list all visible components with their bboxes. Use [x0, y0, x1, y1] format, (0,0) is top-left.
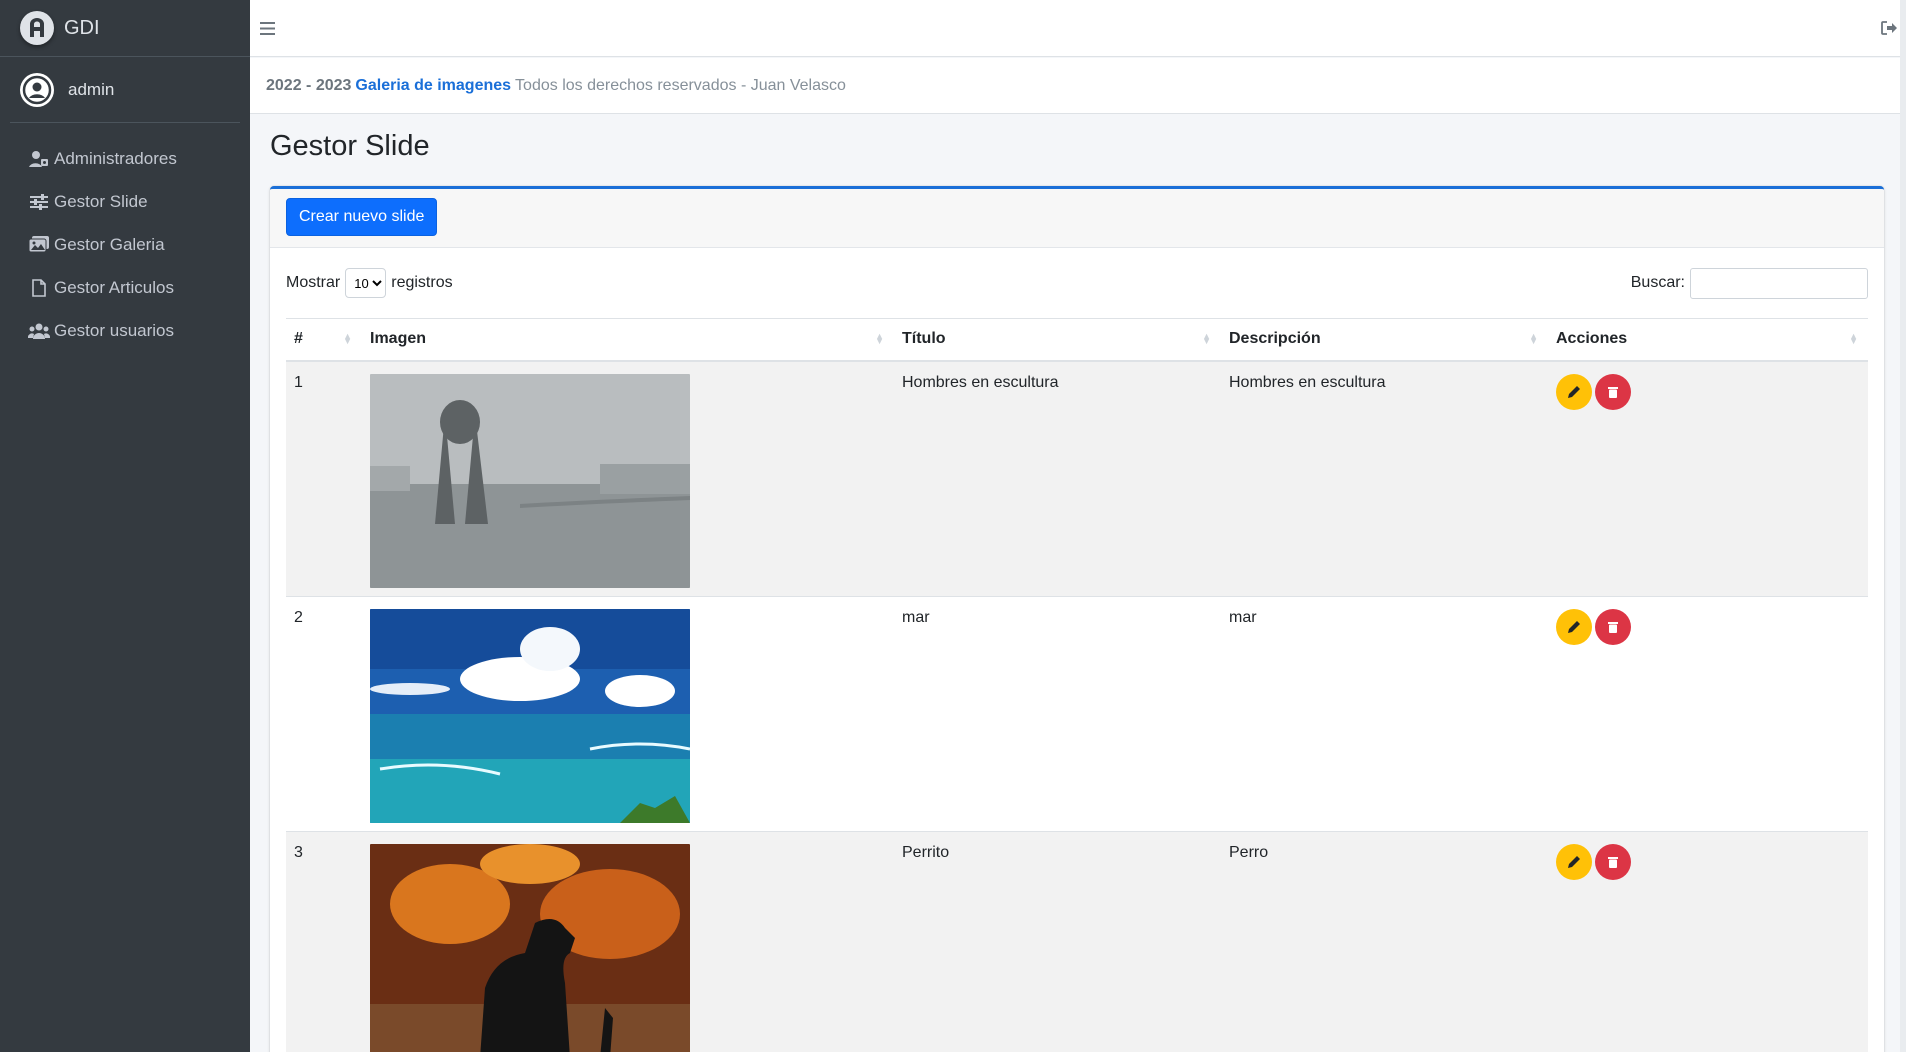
user-avatar-icon [20, 72, 54, 107]
brand-logo-icon [20, 11, 54, 45]
sidebar-item-administradores[interactable]: Administradores [0, 137, 250, 180]
cell-titulo: Hombres en escultura [894, 360, 1221, 597]
search-input[interactable] [1690, 267, 1868, 299]
slides-card: Crear nuevo slide Mostrar 10 registros B… [270, 186, 1884, 1052]
footer-site-link[interactable]: Galeria de imagenes [355, 77, 511, 95]
pencil-icon [1568, 385, 1580, 398]
pencil-icon [1568, 620, 1580, 633]
create-slide-button[interactable]: Crear nuevo slide [286, 198, 438, 236]
top-navbar [250, 0, 1906, 57]
sidebar-item-label: Administradores [54, 148, 177, 168]
sliders-icon [27, 192, 50, 212]
column-header-imagen[interactable]: Imagen ▲ ▼ [362, 318, 894, 362]
datatable-controls: Mostrar 10 registros Buscar: [286, 260, 1868, 306]
cell-image [362, 831, 894, 1052]
sidebar-nav: Administradores Gestor Slide Gestor Gale… [0, 123, 250, 352]
black-dog-photo [370, 843, 690, 1052]
brand-name: GDI [64, 16, 100, 39]
delete-button[interactable] [1595, 843, 1631, 880]
brand-link[interactable]: GDI [0, 0, 250, 57]
sea-clouds-photo [370, 608, 690, 823]
pencil-icon [1568, 855, 1580, 868]
length-control: Mostrar 10 registros [286, 268, 453, 298]
table-row: 2 mar mar [286, 596, 1868, 832]
cell-descripcion: Hombres en escultura [1221, 360, 1548, 597]
user-name: admin [68, 79, 115, 99]
cell-id: 3 [286, 831, 362, 1052]
trash-icon [1608, 386, 1618, 398]
cell-id: 1 [286, 360, 362, 597]
cell-image [362, 360, 894, 597]
cell-titulo: mar [894, 596, 1221, 832]
column-header-acciones[interactable]: Acciones ▲ ▼ [1548, 318, 1868, 362]
card-body: Mostrar 10 registros Buscar: # ▲ ▼ Imagen ▲… [270, 248, 1884, 1052]
sidebar-item-gestor-galeria[interactable]: Gestor Galeria [0, 223, 250, 266]
menu-toggle-icon[interactable] [256, 17, 278, 39]
user-panel[interactable]: admin [10, 57, 240, 123]
cell-id: 2 [286, 596, 362, 832]
sidebar-item-label: Gestor Galeria [54, 234, 165, 254]
length-suffix: registros [391, 274, 453, 291]
sort-icon: ▲ ▼ [1529, 331, 1538, 346]
sidebar-item-gestor-articulos[interactable]: Gestor Articulos [0, 266, 250, 309]
sort-icon: ▲ ▼ [875, 331, 884, 346]
sort-icon: ▲ ▼ [1849, 331, 1858, 346]
sidebar-item-label: Gestor usuarios [54, 320, 174, 340]
trash-icon [1608, 856, 1618, 868]
search-label: Buscar: [1630, 274, 1685, 291]
slides-table: # ▲ ▼ Imagen ▲ ▼ Título ▲ ▼ Descripción ▲ ▼ Acci… [286, 318, 1868, 1052]
cell-descripcion: Perro [1221, 831, 1548, 1052]
column-header-titulo[interactable]: Título ▲ ▼ [894, 318, 1221, 362]
page-title: Gestor Slide [270, 130, 430, 162]
card-header: Crear nuevo slide [270, 189, 1884, 248]
trash-icon [1608, 621, 1618, 633]
edit-button[interactable] [1556, 608, 1592, 645]
file-icon [27, 278, 50, 298]
cell-acciones [1548, 596, 1868, 832]
page-scrollbar[interactable] [1900, 0, 1906, 1052]
sort-icon: ▲ ▼ [1202, 331, 1211, 346]
cell-acciones [1548, 831, 1868, 1052]
table-row: 3 Perrito Perro [286, 831, 1868, 1052]
images-icon [27, 235, 50, 255]
users-cog-icon [27, 149, 50, 169]
cell-descripcion: mar [1221, 596, 1548, 832]
sculpture-river-photo [370, 373, 690, 588]
sidebar-item-label: Gestor Slide [54, 191, 148, 211]
edit-button[interactable] [1556, 373, 1592, 410]
cell-titulo: Perrito [894, 831, 1221, 1052]
logout-icon[interactable] [1878, 17, 1900, 39]
length-select[interactable]: 10 [345, 268, 387, 298]
delete-button[interactable] [1595, 608, 1631, 645]
users-icon [27, 321, 50, 341]
sort-icon: ▲ ▼ [343, 331, 352, 346]
edit-button[interactable] [1556, 843, 1592, 880]
search-control: Buscar: [1630, 267, 1868, 299]
column-header-descripcion[interactable]: Descripción ▲ ▼ [1221, 318, 1548, 362]
column-header-id[interactable]: # ▲ ▼ [286, 318, 362, 362]
sidebar: GDI admin Administradores Gestor Slide G… [0, 0, 250, 1052]
delete-button[interactable] [1595, 373, 1631, 410]
table-header-row: # ▲ ▼ Imagen ▲ ▼ Título ▲ ▼ Descripción ▲ ▼ Acci… [286, 318, 1868, 362]
page-footer: 2022 - 2023 Galeria de imagenes Todos lo… [250, 58, 1900, 114]
sidebar-item-label: Gestor Articulos [54, 277, 174, 297]
sidebar-item-gestor-usuarios[interactable]: Gestor usuarios [0, 309, 250, 352]
table-row: 1 Hombres en escultura Hombres en escult… [286, 360, 1868, 597]
footer-years: 2022 - 2023 [266, 76, 352, 94]
cell-acciones [1548, 360, 1868, 597]
sidebar-item-gestor-slide[interactable]: Gestor Slide [0, 180, 250, 223]
cell-image [362, 596, 894, 832]
footer-rights: Todos los derechos reservados - Juan Vel… [515, 76, 846, 94]
length-prefix: Mostrar [286, 274, 341, 291]
